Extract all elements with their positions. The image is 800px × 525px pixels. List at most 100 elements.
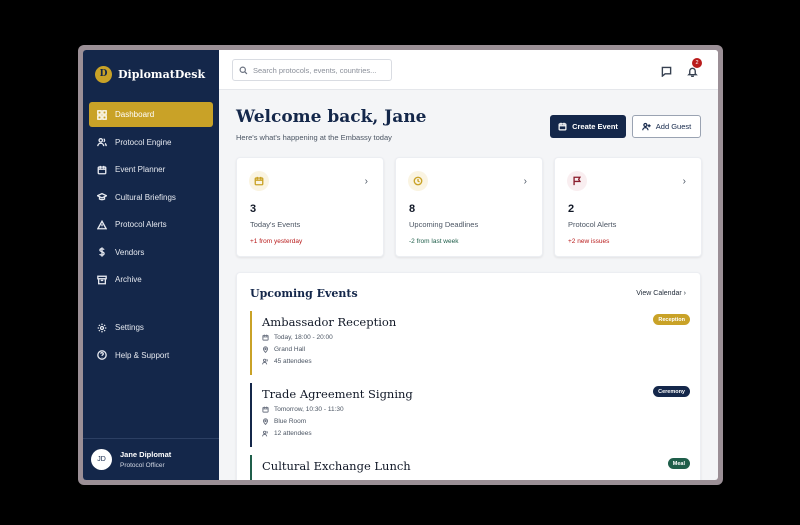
sidebar-item-label: Settings: [115, 323, 144, 332]
event-location-text: Grand Hall: [274, 346, 306, 353]
calendar-icon: [97, 165, 107, 175]
event-time: Tomorrow, 10:30 - 11:30: [262, 406, 690, 413]
add-guest-button[interactable]: Add Guest: [632, 115, 701, 138]
calendar-icon: [262, 334, 269, 341]
brand-name: DiplomatDesk: [118, 67, 206, 81]
stat-icon-wrap: [408, 171, 428, 191]
dollar-icon: [97, 247, 107, 257]
search-input[interactable]: [253, 65, 388, 75]
create-event-label: Create Event: [572, 122, 618, 131]
main-content: 2 Welcome back, Jane Here's what's happe…: [219, 50, 718, 480]
calendar-icon: [558, 122, 567, 131]
section-title: Upcoming Events: [250, 287, 358, 300]
avatar: JD: [91, 449, 112, 470]
event-tag: Ceremony: [653, 386, 690, 397]
sidebar-item-protocol-engine[interactable]: Protocol Engine: [89, 130, 213, 155]
sidebar-item-archive[interactable]: Archive: [89, 267, 213, 292]
notifications-button[interactable]: 2: [687, 58, 702, 78]
sidebar-item-label: Event Planner: [115, 165, 166, 174]
stat-value: 2: [568, 203, 575, 215]
event-tag: Meal: [667, 458, 690, 469]
calendar-icon: [254, 176, 264, 186]
stat-card-upcoming-deadlines[interactable]: › 8 Upcoming Deadlines -2 from last week: [395, 157, 543, 257]
user-name: Jane Diplomat: [120, 450, 172, 459]
chevron-right-icon: ›: [683, 290, 686, 297]
notification-badge: 2: [692, 58, 702, 68]
chevron-right-icon: ›: [682, 176, 686, 187]
stat-icon-wrap: [249, 171, 269, 191]
view-calendar-link[interactable]: View Calendar ›: [636, 290, 686, 297]
sidebar-item-cultural-briefings[interactable]: Cultural Briefings: [89, 185, 213, 210]
clock-icon: [413, 176, 423, 186]
chevron-right-icon: ›: [523, 176, 527, 187]
app-window: D DiplomatDesk Dashboard Protocol Engine…: [83, 50, 718, 480]
map-pin-icon: [262, 346, 269, 353]
stat-value: 8: [409, 203, 416, 215]
stat-change: -2 from last week: [409, 238, 459, 245]
sidebar-item-label: Vendors: [115, 247, 145, 257]
event-item[interactable]: Cultural Exchange Lunch Meal: [250, 455, 690, 480]
chevron-right-icon: ›: [364, 176, 368, 187]
event-time-text: Tomorrow, 10:30 - 11:30: [274, 406, 344, 413]
sidebar-item-label: Dashboard: [115, 110, 155, 119]
page-title: Welcome back, Jane: [236, 107, 427, 127]
event-item[interactable]: Trade Agreement Signing Ceremony Tomorro…: [250, 383, 690, 447]
user-profile[interactable]: JD Jane Diplomat Protocol Officer: [83, 438, 219, 480]
sidebar-item-label: Protocol Engine: [115, 137, 172, 147]
event-location-text: Blue Room: [274, 418, 307, 425]
event-attendees-text: 45 attendees: [274, 358, 312, 365]
window-frame: D DiplomatDesk Dashboard Protocol Engine…: [78, 45, 723, 485]
add-guest-label: Add Guest: [655, 122, 692, 131]
event-time-text: Today, 18:00 - 20:00: [274, 334, 333, 341]
page-subtitle: Here's what's happening at the Embassy t…: [236, 133, 392, 142]
stat-icon-wrap: [567, 171, 587, 191]
alert-triangle-icon: [97, 219, 107, 230]
event-location: Grand Hall: [262, 346, 690, 353]
event-attendees-text: 12 attendees: [274, 430, 312, 437]
event-title: Trade Agreement Signing: [262, 387, 413, 401]
stat-change: +2 new issues: [568, 238, 610, 245]
brand-logo: D: [95, 65, 112, 83]
sidebar-item-label: Cultural Briefings: [115, 192, 176, 202]
sidebar-item-label: Help & Support: [115, 350, 170, 360]
users-icon: [262, 430, 268, 437]
sidebar-bottom-nav: Settings Help & Support: [89, 315, 213, 370]
messages-button[interactable]: [661, 64, 673, 78]
graduation-cap-icon: [97, 192, 107, 202]
event-time: Today, 18:00 - 20:00: [262, 334, 690, 341]
users-icon: [97, 137, 107, 147]
sidebar-item-protocol-alerts[interactable]: Protocol Alerts: [89, 212, 213, 237]
user-role: Protocol Officer: [120, 462, 165, 469]
stat-value: 3: [250, 203, 257, 215]
sidebar-item-label: Protocol Alerts: [115, 220, 167, 229]
event-tag: Reception: [653, 314, 690, 325]
sidebar: D DiplomatDesk Dashboard Protocol Engine…: [83, 50, 219, 480]
user-plus-icon: [641, 122, 651, 131]
stat-change: +1 from yesterday: [250, 238, 303, 245]
create-event-button[interactable]: Create Event: [550, 115, 626, 138]
sidebar-item-help[interactable]: Help & Support: [89, 343, 213, 368]
archive-icon: [97, 275, 107, 285]
stat-label: Upcoming Deadlines: [409, 220, 479, 229]
users-icon: [262, 358, 268, 365]
stat-card-todays-events[interactable]: › 3 Today's Events +1 from yesterday: [236, 157, 384, 257]
sidebar-item-settings[interactable]: Settings: [89, 315, 213, 340]
search-box[interactable]: [232, 59, 392, 81]
stat-card-protocol-alerts[interactable]: › 2 Protocol Alerts +2 new issues: [554, 157, 702, 257]
view-calendar-label: View Calendar: [636, 290, 682, 297]
message-icon: [661, 66, 672, 78]
grid-icon: [97, 109, 107, 120]
event-item[interactable]: Ambassador Reception Reception Today, 18…: [250, 311, 690, 375]
calendar-icon: [262, 406, 269, 413]
stat-label: Protocol Alerts: [568, 220, 617, 229]
sidebar-nav: Dashboard Protocol Engine Event Planner …: [89, 102, 213, 295]
brand[interactable]: D DiplomatDesk: [83, 50, 219, 98]
topbar: 2: [219, 50, 718, 90]
sidebar-item-event-planner[interactable]: Event Planner: [89, 157, 213, 182]
gear-icon: [97, 323, 107, 333]
help-circle-icon: [97, 350, 107, 360]
upcoming-events-panel: Upcoming Events View Calendar › Ambassad…: [236, 272, 701, 480]
sidebar-item-vendors[interactable]: Vendors: [89, 240, 213, 265]
sidebar-item-dashboard[interactable]: Dashboard: [89, 102, 213, 127]
map-pin-icon: [262, 418, 269, 425]
